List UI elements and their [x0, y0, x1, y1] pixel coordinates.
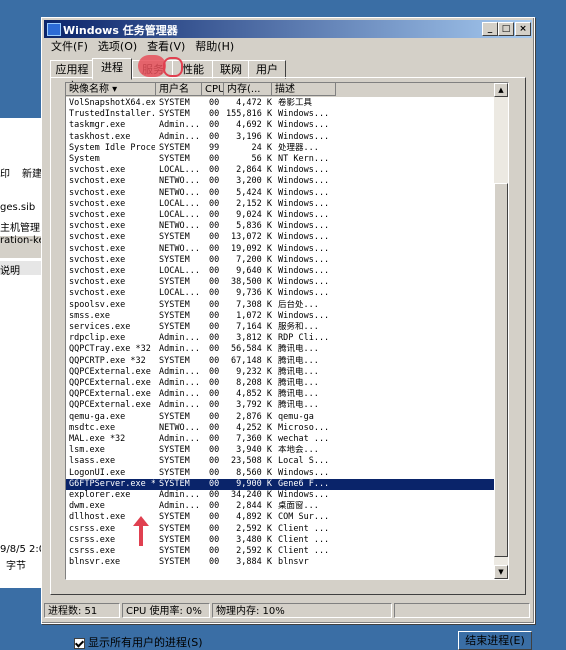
red-arrow-annotation-icon: [133, 516, 149, 546]
tab-processes[interactable]: 进程: [92, 58, 132, 80]
